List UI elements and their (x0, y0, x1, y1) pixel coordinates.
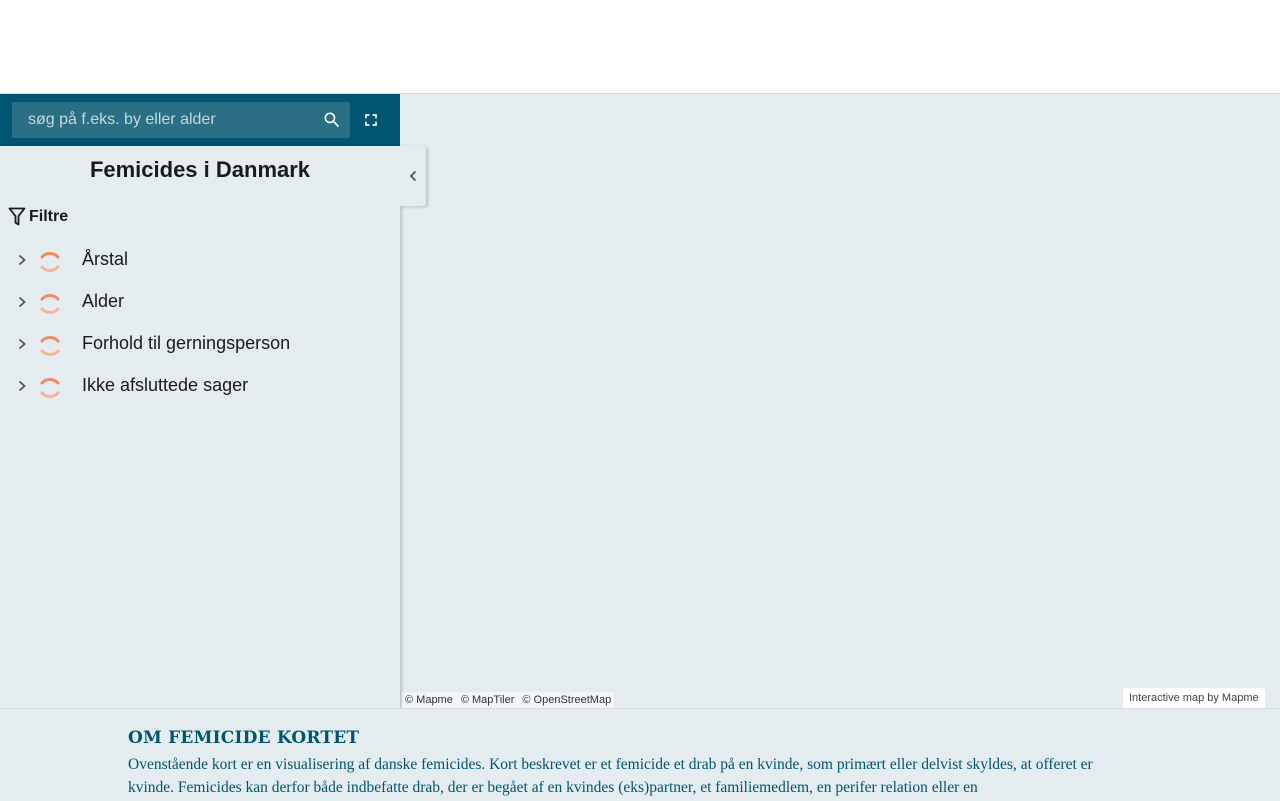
filter-label: Årstal (82, 249, 129, 269)
filter-label: Ikke afsluttede sager (82, 375, 249, 395)
filters-label: Filtre (29, 208, 69, 225)
loading-spinner-icon (40, 378, 60, 398)
filter-item-aarstal[interactable]: Årstal (0, 240, 400, 280)
filter-label: Alder (82, 291, 125, 311)
mapme-credit-link[interactable]: Interactive map by Mapme (1123, 688, 1265, 708)
attribution-osm-link[interactable]: © OpenStreetMap (522, 692, 611, 708)
loading-spinner-icon (40, 336, 60, 356)
about-text: Ovenstående kort er en visualisering af … (128, 756, 1093, 796)
search-icon[interactable] (322, 110, 342, 130)
filters-header: Filtre (8, 206, 68, 228)
loading-spinner-icon (40, 294, 60, 314)
map-attribution: © Mapme © MapTiler © OpenStreetMap (402, 692, 615, 708)
panel-title: Femicides i Danmark (89, 157, 311, 182)
chevron-left-icon (409, 170, 417, 182)
top-bar (0, 0, 1280, 94)
loading-spinner-icon (40, 252, 60, 272)
about-heading: OM FEMICIDE KORTET (128, 728, 360, 748)
filter-item-alder[interactable]: Alder (0, 282, 400, 322)
chevron-right-icon (18, 296, 26, 308)
map-container[interactable]: Femicides i Danmark Filtre Årstal Alder … (0, 94, 1280, 708)
filter-item-forhold[interactable]: Forhold til gerningsperson (0, 324, 400, 364)
chevron-right-icon (18, 338, 26, 350)
filter-icon (8, 207, 26, 226)
collapse-panel-button[interactable] (400, 146, 426, 206)
chevron-right-icon (18, 380, 26, 392)
search-field (12, 102, 350, 138)
fullscreen-icon[interactable] (361, 110, 381, 130)
chevron-right-icon (18, 254, 26, 266)
search-bar (0, 94, 400, 146)
attribution-mapme-link[interactable]: © Mapme (405, 692, 453, 708)
filter-panel: Femicides i Danmark Filtre Årstal Alder … (0, 146, 400, 708)
attribution-maptiler-link[interactable]: © MapTiler (461, 692, 515, 708)
filter-item-ikke-afsluttede[interactable]: Ikke afsluttede sager (0, 366, 400, 406)
filter-label: Forhold til gerningsperson (82, 333, 291, 353)
search-input[interactable] (12, 102, 312, 138)
about-section: OM FEMICIDE KORTET Ovenstående kort er e… (0, 708, 1280, 801)
